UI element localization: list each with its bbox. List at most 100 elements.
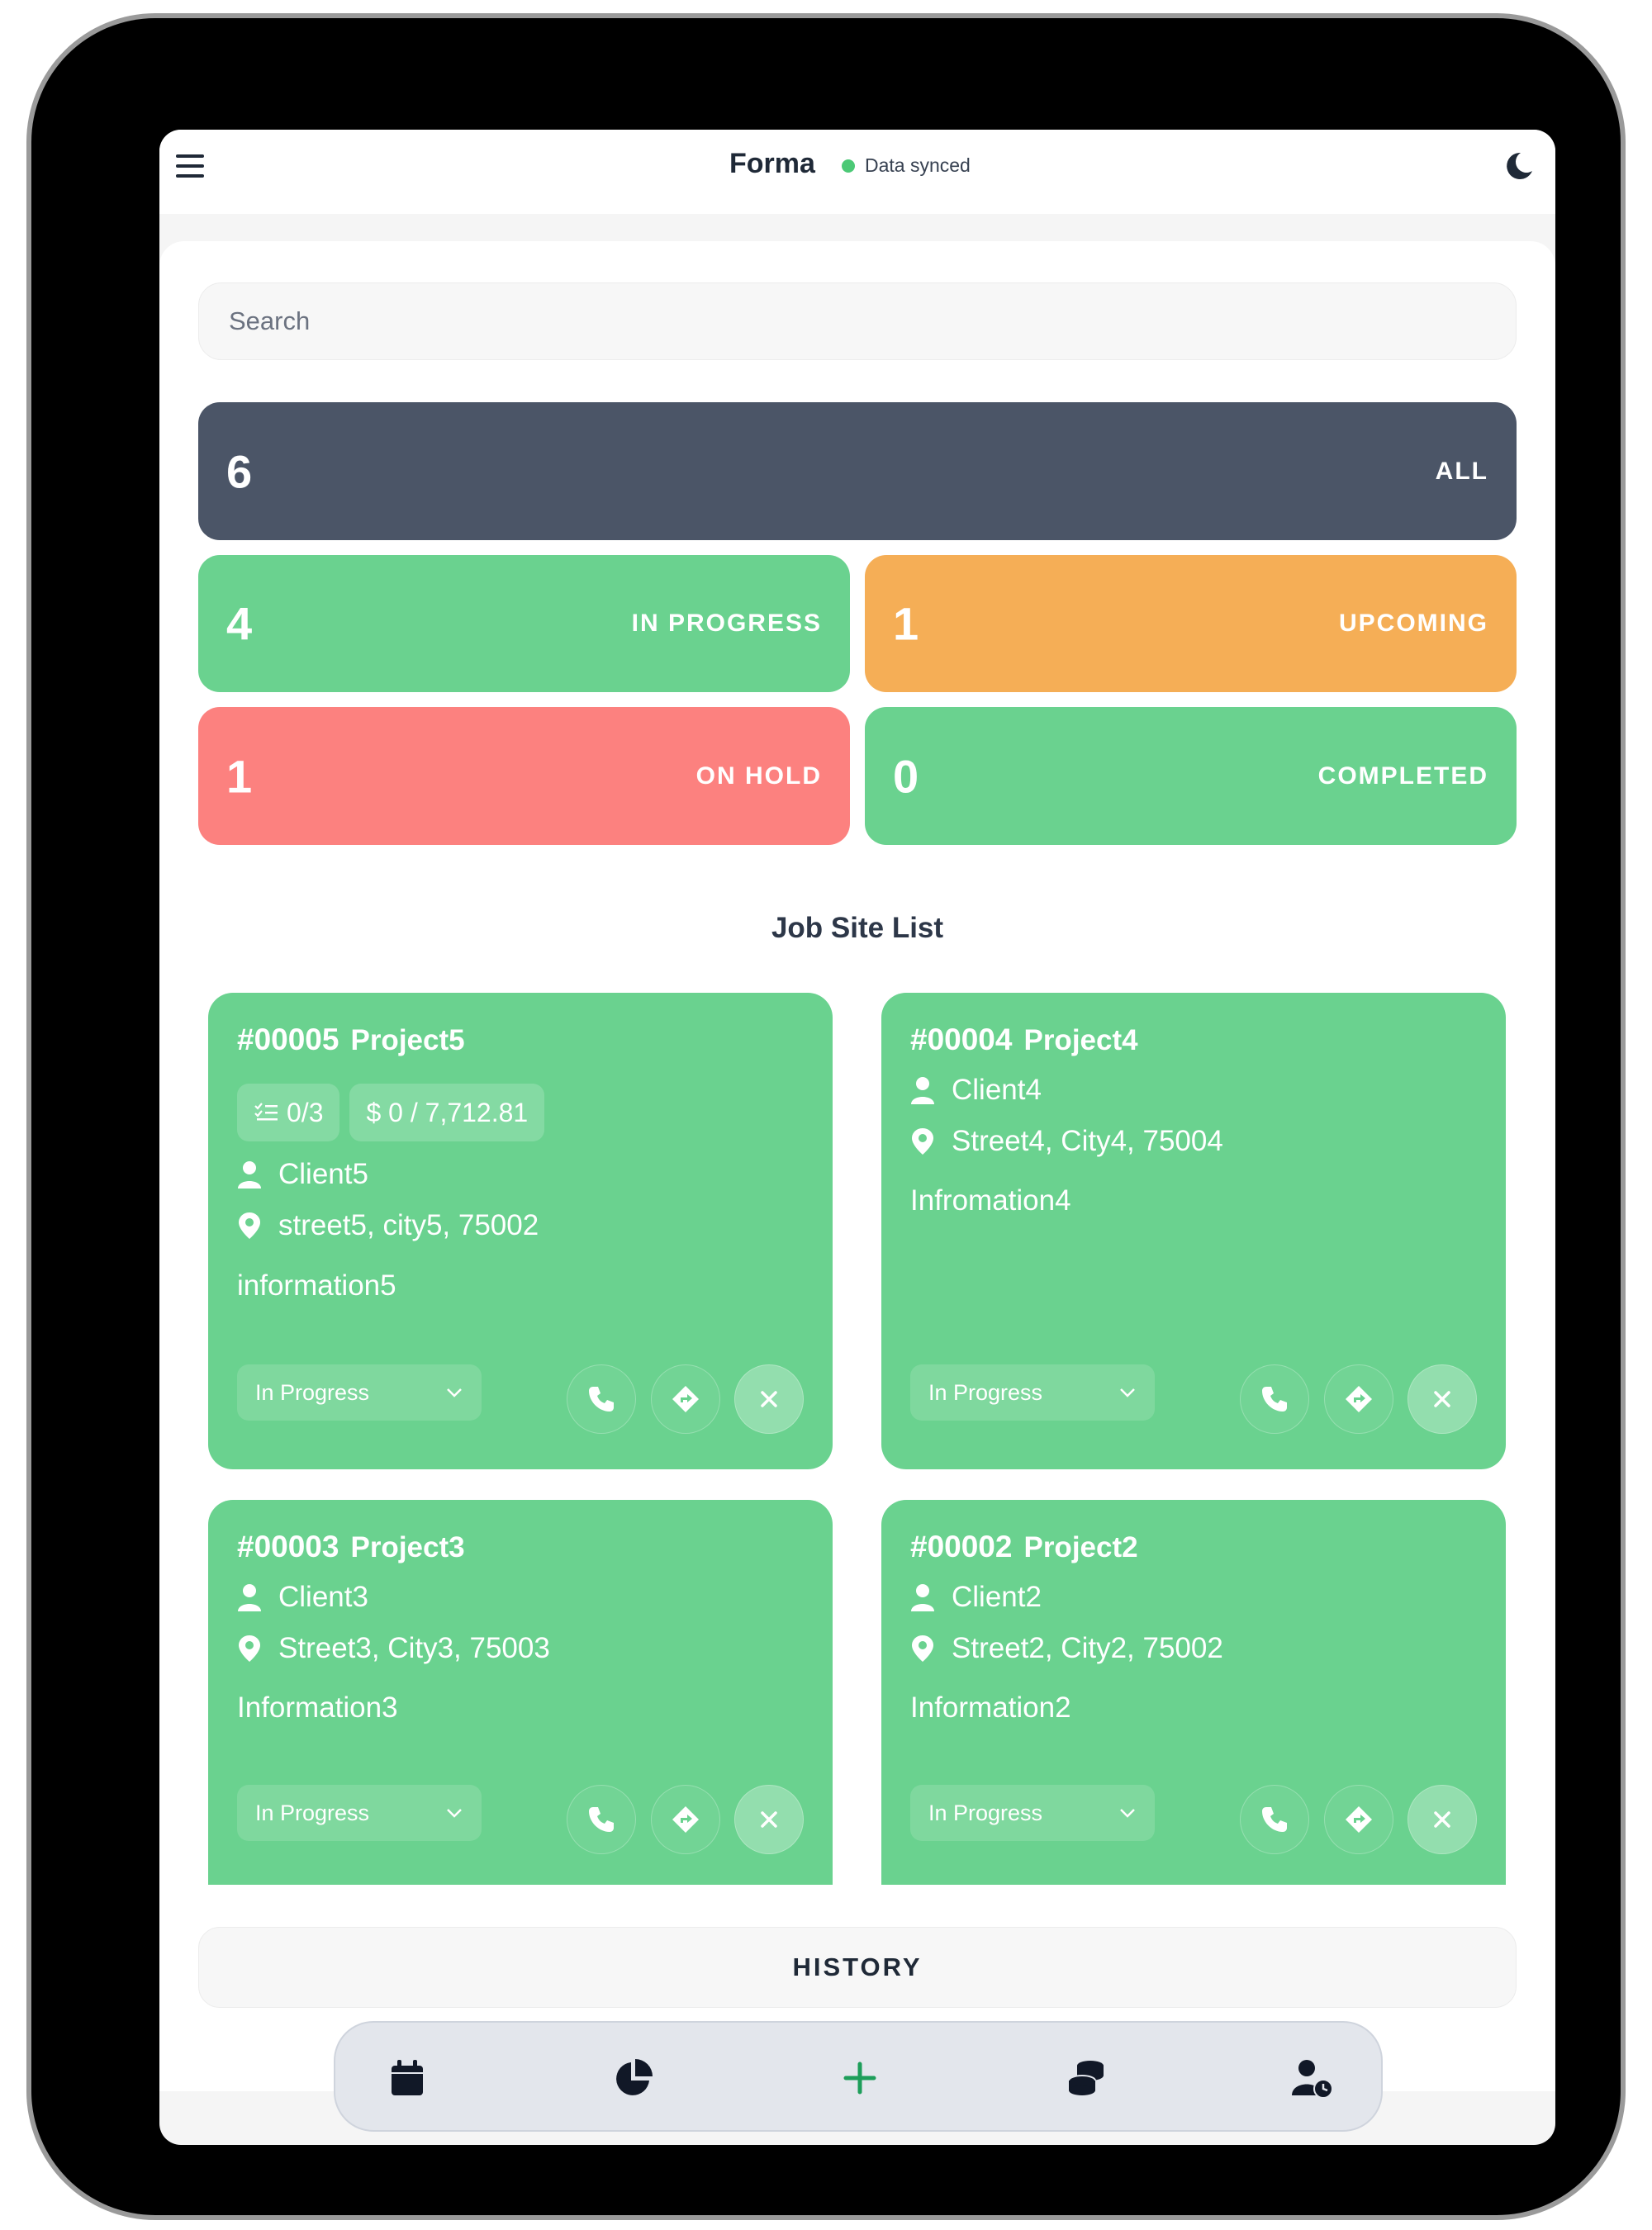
close-icon: [1434, 1391, 1450, 1407]
tasks-chip: 0/3: [237, 1084, 340, 1141]
job-card-header: #00002 Project2: [910, 1530, 1138, 1564]
status-dropdown[interactable]: In Progress: [910, 1364, 1155, 1421]
close-button[interactable]: [1408, 1364, 1477, 1434]
job-site-list-title: Job Site List: [771, 912, 944, 944]
close-button[interactable]: [734, 1785, 804, 1854]
job-card[interactable]: #00004 Project4 Client4 Street4, City4, …: [881, 993, 1506, 1469]
job-name: Project5: [350, 1024, 465, 1056]
job-info: Information2: [910, 1691, 1071, 1724]
directions-icon: [1346, 1806, 1372, 1833]
nav-reports[interactable]: [607, 2052, 660, 2104]
stat-on-hold-count: 1: [226, 750, 253, 802]
call-button[interactable]: [567, 1364, 636, 1434]
status-value: In Progress: [255, 1800, 370, 1825]
directions-icon: [672, 1386, 699, 1412]
app-screen: Forma Data synced 6 ALL 4 IN PROGRESS 1 …: [159, 130, 1555, 2145]
tasks-count: 0/3: [287, 1097, 324, 1127]
directions-button[interactable]: [651, 1364, 720, 1434]
client-name: Client5: [278, 1158, 368, 1190]
top-bar: Forma Data synced: [159, 130, 1555, 214]
tablet-frame: Forma Data synced 6 ALL 4 IN PROGRESS 1 …: [31, 18, 1621, 2215]
moon-icon[interactable]: [1502, 149, 1536, 183]
address-row: Street4, City4, 75004: [910, 1125, 1223, 1158]
coins-icon: [1068, 2061, 1104, 2095]
call-button[interactable]: [1240, 1364, 1309, 1434]
job-card[interactable]: #00003 Project3 Client3 Street3, City3, …: [208, 1500, 833, 1885]
call-button[interactable]: [1240, 1785, 1309, 1854]
client-name: Client4: [952, 1074, 1042, 1106]
phone-icon: [1262, 1387, 1287, 1412]
address-row: Street2, City2, 75002: [910, 1632, 1223, 1665]
phone-icon: [589, 1387, 614, 1412]
map-pin-icon: [912, 1128, 933, 1155]
nav-finance[interactable]: [1060, 2052, 1113, 2104]
client-row: Client4: [910, 1074, 1042, 1107]
directions-icon: [1346, 1386, 1372, 1412]
job-info: Information3: [237, 1691, 398, 1724]
nav-user-time[interactable]: [1286, 2052, 1339, 2104]
stat-in-progress[interactable]: 4 IN PROGRESS: [198, 555, 850, 692]
user-icon: [911, 1077, 934, 1104]
chevron-down-icon: [1120, 1388, 1135, 1397]
status-value: In Progress: [928, 1800, 1043, 1825]
nav-add[interactable]: [833, 2052, 886, 2104]
map-pin-icon: [239, 1635, 260, 1662]
close-icon: [761, 1391, 777, 1407]
history-button[interactable]: HISTORY: [198, 1927, 1517, 2008]
stat-completed[interactable]: 0 COMPLETED: [865, 707, 1517, 845]
nav-calendar[interactable]: [381, 2052, 434, 2104]
main-content: 6 ALL 4 IN PROGRESS 1 UPCOMING 1 ON HOLD…: [159, 241, 1555, 2091]
hamburger-menu-icon[interactable]: [176, 154, 204, 179]
job-card[interactable]: #00002 Project2 Client2 Street2, City2, …: [881, 1500, 1506, 1885]
user-clock-icon: [1292, 2060, 1333, 2099]
job-info: information5: [237, 1269, 396, 1302]
chevron-down-icon: [1120, 1809, 1135, 1818]
stat-all[interactable]: 6 ALL: [198, 402, 1517, 540]
map-pin-icon: [239, 1212, 260, 1239]
status-dropdown[interactable]: In Progress: [910, 1785, 1155, 1841]
job-id: #00002: [910, 1530, 1013, 1563]
job-name: Project3: [350, 1531, 465, 1563]
address: Street3, City3, 75003: [278, 1632, 550, 1664]
budget-chip: $ 0 / 7,712.81: [349, 1084, 545, 1141]
job-card-header: #00004 Project4: [910, 1022, 1138, 1057]
map-pin-icon: [912, 1635, 933, 1662]
job-chips: 0/3 $ 0 / 7,712.81: [237, 1084, 545, 1141]
close-icon: [1434, 1811, 1450, 1828]
address: Street2, City2, 75002: [952, 1632, 1223, 1664]
job-name: Project4: [1023, 1024, 1138, 1056]
plus-icon: [843, 2062, 876, 2095]
directions-button[interactable]: [1324, 1785, 1393, 1854]
directions-button[interactable]: [1324, 1364, 1393, 1434]
stat-completed-label: COMPLETED: [1317, 762, 1488, 790]
job-id: #00004: [910, 1022, 1013, 1056]
job-card-header: #00003 Project3: [237, 1530, 465, 1564]
sync-status: Data synced: [842, 154, 971, 177]
job-info: Infromation4: [910, 1184, 1071, 1217]
close-button[interactable]: [1408, 1785, 1477, 1854]
stat-in-progress-label: IN PROGRESS: [631, 610, 822, 637]
app-title: Forma: [729, 148, 815, 179]
stat-upcoming[interactable]: 1 UPCOMING: [865, 555, 1517, 692]
close-button[interactable]: [734, 1364, 804, 1434]
stat-completed-count: 0: [893, 750, 919, 802]
search-input[interactable]: [198, 282, 1517, 360]
status-dropdown[interactable]: In Progress: [237, 1785, 482, 1841]
job-id: #00003: [237, 1530, 339, 1563]
call-button[interactable]: [567, 1785, 636, 1854]
stat-on-hold-label: ON HOLD: [695, 762, 822, 790]
job-card-header: #00005 Project5: [237, 1022, 465, 1057]
chevron-down-icon: [447, 1388, 462, 1397]
job-card[interactable]: #00005 Project5 0/3 $ 0 / 7,712.81 Clien…: [208, 993, 833, 1469]
phone-icon: [1262, 1807, 1287, 1832]
sync-dot-icon: [842, 159, 855, 173]
status-dropdown[interactable]: In Progress: [237, 1364, 482, 1421]
phone-icon: [589, 1807, 614, 1832]
directions-icon: [672, 1806, 699, 1833]
pie-chart-icon: [616, 2059, 653, 2095]
address-row: Street3, City3, 75003: [237, 1632, 550, 1665]
client-row: Client3: [237, 1581, 368, 1614]
status-value: In Progress: [928, 1379, 1043, 1405]
stat-on-hold[interactable]: 1 ON HOLD: [198, 707, 850, 845]
directions-button[interactable]: [651, 1785, 720, 1854]
